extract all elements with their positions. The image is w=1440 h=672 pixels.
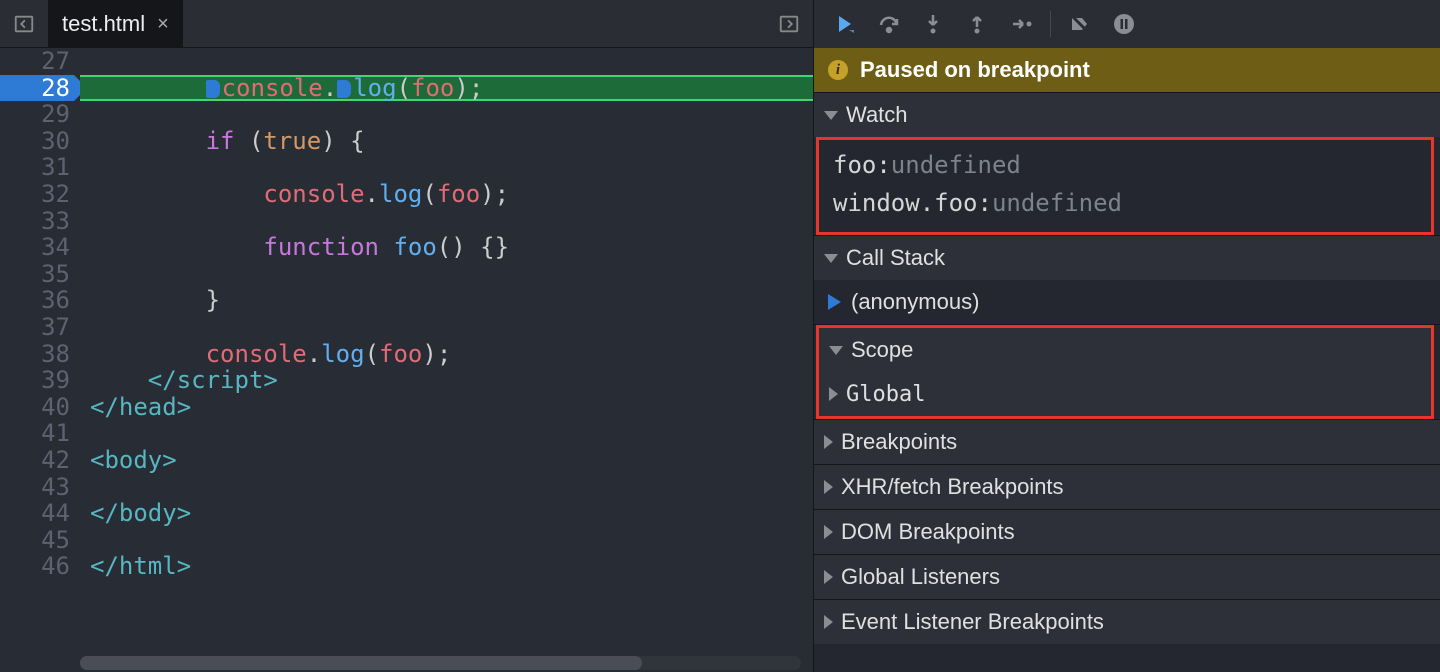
callstack-header[interactable]: Call Stack (814, 236, 1440, 280)
chevron-down-icon (829, 346, 843, 355)
pause-on-exceptions-icon[interactable] (1103, 3, 1145, 45)
code-line[interactable] (80, 261, 813, 288)
line-number[interactable]: 39 (0, 367, 74, 394)
chevron-right-icon (829, 387, 838, 401)
line-number[interactable]: 41 (0, 420, 74, 447)
paused-banner: i Paused on breakpoint (814, 48, 1440, 92)
callstack-section: Call Stack (anonymous) (814, 235, 1440, 324)
code-line[interactable] (80, 208, 813, 235)
step-icon[interactable] (1000, 3, 1042, 45)
line-number[interactable]: 46 (0, 553, 74, 580)
code-line[interactable]: </head> (80, 394, 813, 421)
line-number[interactable]: 42 (0, 447, 74, 474)
line-number[interactable]: 34 (0, 234, 74, 261)
code-line[interactable]: </script> (80, 367, 813, 394)
horizontal-scrollbar[interactable] (80, 656, 801, 670)
watch-content-highlight: foo: undefinedwindow.foo: undefined (816, 137, 1434, 235)
code-line[interactable]: console.log(foo); (80, 75, 813, 102)
step-into-icon[interactable] (912, 3, 954, 45)
scope-header[interactable]: Scope (819, 328, 1431, 372)
code-line[interactable] (80, 474, 813, 501)
scope-label: Scope (851, 337, 913, 363)
line-number[interactable]: 36 (0, 287, 74, 314)
code-line[interactable]: </body> (80, 500, 813, 527)
scope-highlight: Scope Global (816, 325, 1434, 419)
line-number[interactable]: 31 (0, 154, 74, 181)
line-number[interactable]: 43 (0, 474, 74, 501)
code-line[interactable] (80, 527, 813, 554)
scope-item[interactable]: Global (819, 372, 1431, 416)
code-line[interactable] (80, 101, 813, 128)
code-line[interactable]: function foo() {} (80, 234, 813, 261)
line-number[interactable]: 28 (0, 75, 74, 102)
nav-previous-icon[interactable] (0, 0, 48, 48)
source-pane: test.html × 2728293031323334353637383940… (0, 0, 813, 672)
line-number[interactable]: 45 (0, 527, 74, 554)
section-header[interactable]: Event Listener Breakpoints (814, 600, 1440, 644)
section-header[interactable]: Global Listeners (814, 555, 1440, 599)
chevron-right-icon (824, 525, 833, 539)
line-number[interactable]: 29 (0, 101, 74, 128)
section-header[interactable]: DOM Breakpoints (814, 510, 1440, 554)
chevron-right-icon (824, 435, 833, 449)
watch-section: Watch foo: undefinedwindow.foo: undefine… (814, 92, 1440, 235)
code-line[interactable]: } (80, 287, 813, 314)
tab-bar: test.html × (0, 0, 813, 48)
current-frame-icon (828, 294, 841, 310)
line-number[interactable]: 38 (0, 341, 74, 368)
line-number[interactable]: 44 (0, 500, 74, 527)
chevron-right-icon (824, 615, 833, 629)
chevron-down-icon (824, 111, 838, 120)
step-over-icon[interactable] (868, 3, 910, 45)
watch-expression[interactable]: foo: undefined (833, 146, 1423, 184)
debugger-pane: i Paused on breakpoint Watch foo: undefi… (813, 0, 1440, 672)
code-line[interactable] (80, 48, 813, 75)
code-line[interactable] (80, 314, 813, 341)
code-line[interactable] (80, 420, 813, 447)
tab-title: test.html (62, 11, 145, 37)
line-number[interactable]: 30 (0, 128, 74, 155)
chevron-right-icon (824, 570, 833, 584)
line-number[interactable]: 32 (0, 181, 74, 208)
close-icon[interactable]: × (157, 14, 169, 34)
line-number[interactable]: 35 (0, 261, 74, 288)
code-area[interactable]: console.log(foo); if (true) { console.lo… (80, 48, 813, 672)
paused-label: Paused on breakpoint (860, 57, 1090, 83)
watch-expression[interactable]: window.foo: undefined (833, 184, 1423, 222)
resume-icon[interactable] (824, 3, 866, 45)
info-icon: i (828, 60, 848, 80)
line-number[interactable]: 33 (0, 208, 74, 235)
watch-label: Watch (846, 102, 908, 128)
code-line[interactable]: console.log(foo); (80, 181, 813, 208)
debugger-toolbar (814, 0, 1440, 48)
code-line[interactable]: console.log(foo); (80, 341, 813, 368)
code-line[interactable]: <body> (80, 447, 813, 474)
line-number[interactable]: 37 (0, 314, 74, 341)
scope-section: Scope Global (814, 324, 1440, 419)
line-number[interactable]: 40 (0, 394, 74, 421)
code-line[interactable] (80, 154, 813, 181)
code-editor[interactable]: 2728293031323334353637383940414243444546… (0, 48, 813, 672)
line-number[interactable]: 27 (0, 48, 74, 75)
step-out-icon[interactable] (956, 3, 998, 45)
code-line[interactable]: </html> (80, 553, 813, 580)
callstack-frame[interactable]: (anonymous) (814, 280, 1440, 324)
nav-next-icon[interactable] (765, 0, 813, 48)
section-header[interactable]: Breakpoints (814, 420, 1440, 464)
code-line[interactable]: if (true) { (80, 128, 813, 155)
deactivate-breakpoints-icon[interactable] (1059, 3, 1101, 45)
watch-header[interactable]: Watch (814, 93, 1440, 137)
section-header[interactable]: XHR/fetch Breakpoints (814, 465, 1440, 509)
chevron-down-icon (824, 254, 838, 263)
callstack-label: Call Stack (846, 245, 945, 271)
line-gutter[interactable]: 2728293031323334353637383940414243444546 (0, 48, 80, 672)
chevron-right-icon (824, 480, 833, 494)
file-tab-active[interactable]: test.html × (48, 0, 183, 48)
